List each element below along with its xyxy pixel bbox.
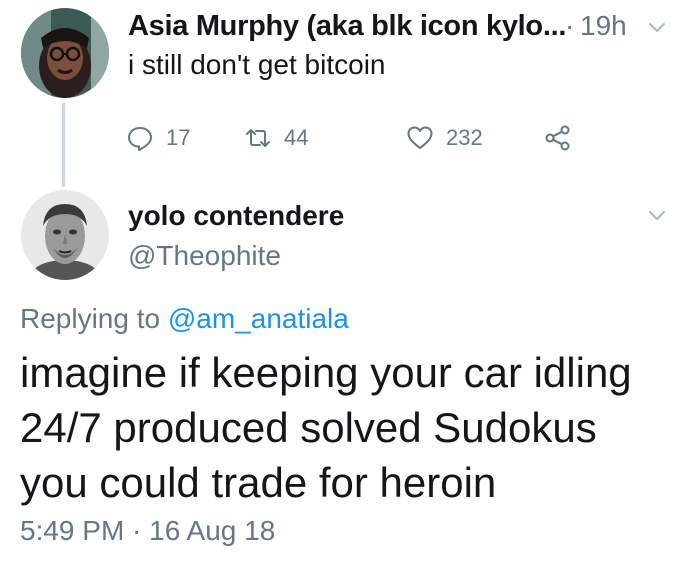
replying-to: Replying to @am_anatiala bbox=[20, 303, 349, 335]
retweet-button[interactable]: 44 bbox=[244, 118, 308, 158]
share-icon bbox=[545, 125, 570, 151]
thread-line bbox=[62, 103, 65, 187]
avatar[interactable] bbox=[21, 8, 109, 98]
reply-count: 17 bbox=[166, 125, 191, 150]
tweet-text: imagine if keeping your car idling 24/7 … bbox=[20, 345, 670, 510]
separator-dot: · bbox=[565, 10, 575, 41]
author-handle[interactable]: @Theophite bbox=[128, 240, 281, 272]
tweet-text-line: you could trade for heroin bbox=[20, 459, 497, 506]
share-button[interactable] bbox=[544, 118, 572, 158]
chevron-down-icon[interactable] bbox=[646, 204, 668, 226]
avatar-photo-icon bbox=[21, 8, 109, 98]
tweet-actions: 17 44 232 bbox=[126, 118, 596, 158]
tweet-text-line: 24/7 produced solved Sudokus bbox=[20, 404, 597, 451]
avatar-photo-icon bbox=[21, 190, 109, 280]
heart-icon bbox=[407, 126, 433, 149]
author-name[interactable]: Asia Murphy (aka blk icon kylo... bbox=[128, 10, 566, 43]
like-button[interactable]: 232 bbox=[406, 118, 483, 158]
reply-button[interactable]: 17 bbox=[126, 118, 190, 158]
tweet-time[interactable]: 19h bbox=[580, 10, 627, 42]
tweet-timestamp[interactable]: 5:49 PM · 16 Aug 18 bbox=[20, 515, 275, 547]
retweet-count: 44 bbox=[284, 125, 309, 150]
avatar[interactable] bbox=[21, 190, 109, 280]
retweet-icon bbox=[246, 129, 270, 147]
replying-label: Replying to bbox=[20, 303, 161, 334]
mention-link[interactable]: @am_anatiala bbox=[168, 303, 349, 334]
like-count: 232 bbox=[446, 125, 483, 150]
tweet-text-line: imagine if keeping your car idling bbox=[20, 349, 632, 396]
tweet-text: i still don't get bitcoin bbox=[128, 49, 386, 80]
tweet-header: Asia Murphy (aka blk icon kylo... · 19h bbox=[128, 6, 668, 46]
author-name[interactable]: yolo contendere bbox=[128, 200, 344, 232]
reply-icon bbox=[128, 127, 152, 151]
chevron-down-icon[interactable] bbox=[646, 16, 668, 38]
